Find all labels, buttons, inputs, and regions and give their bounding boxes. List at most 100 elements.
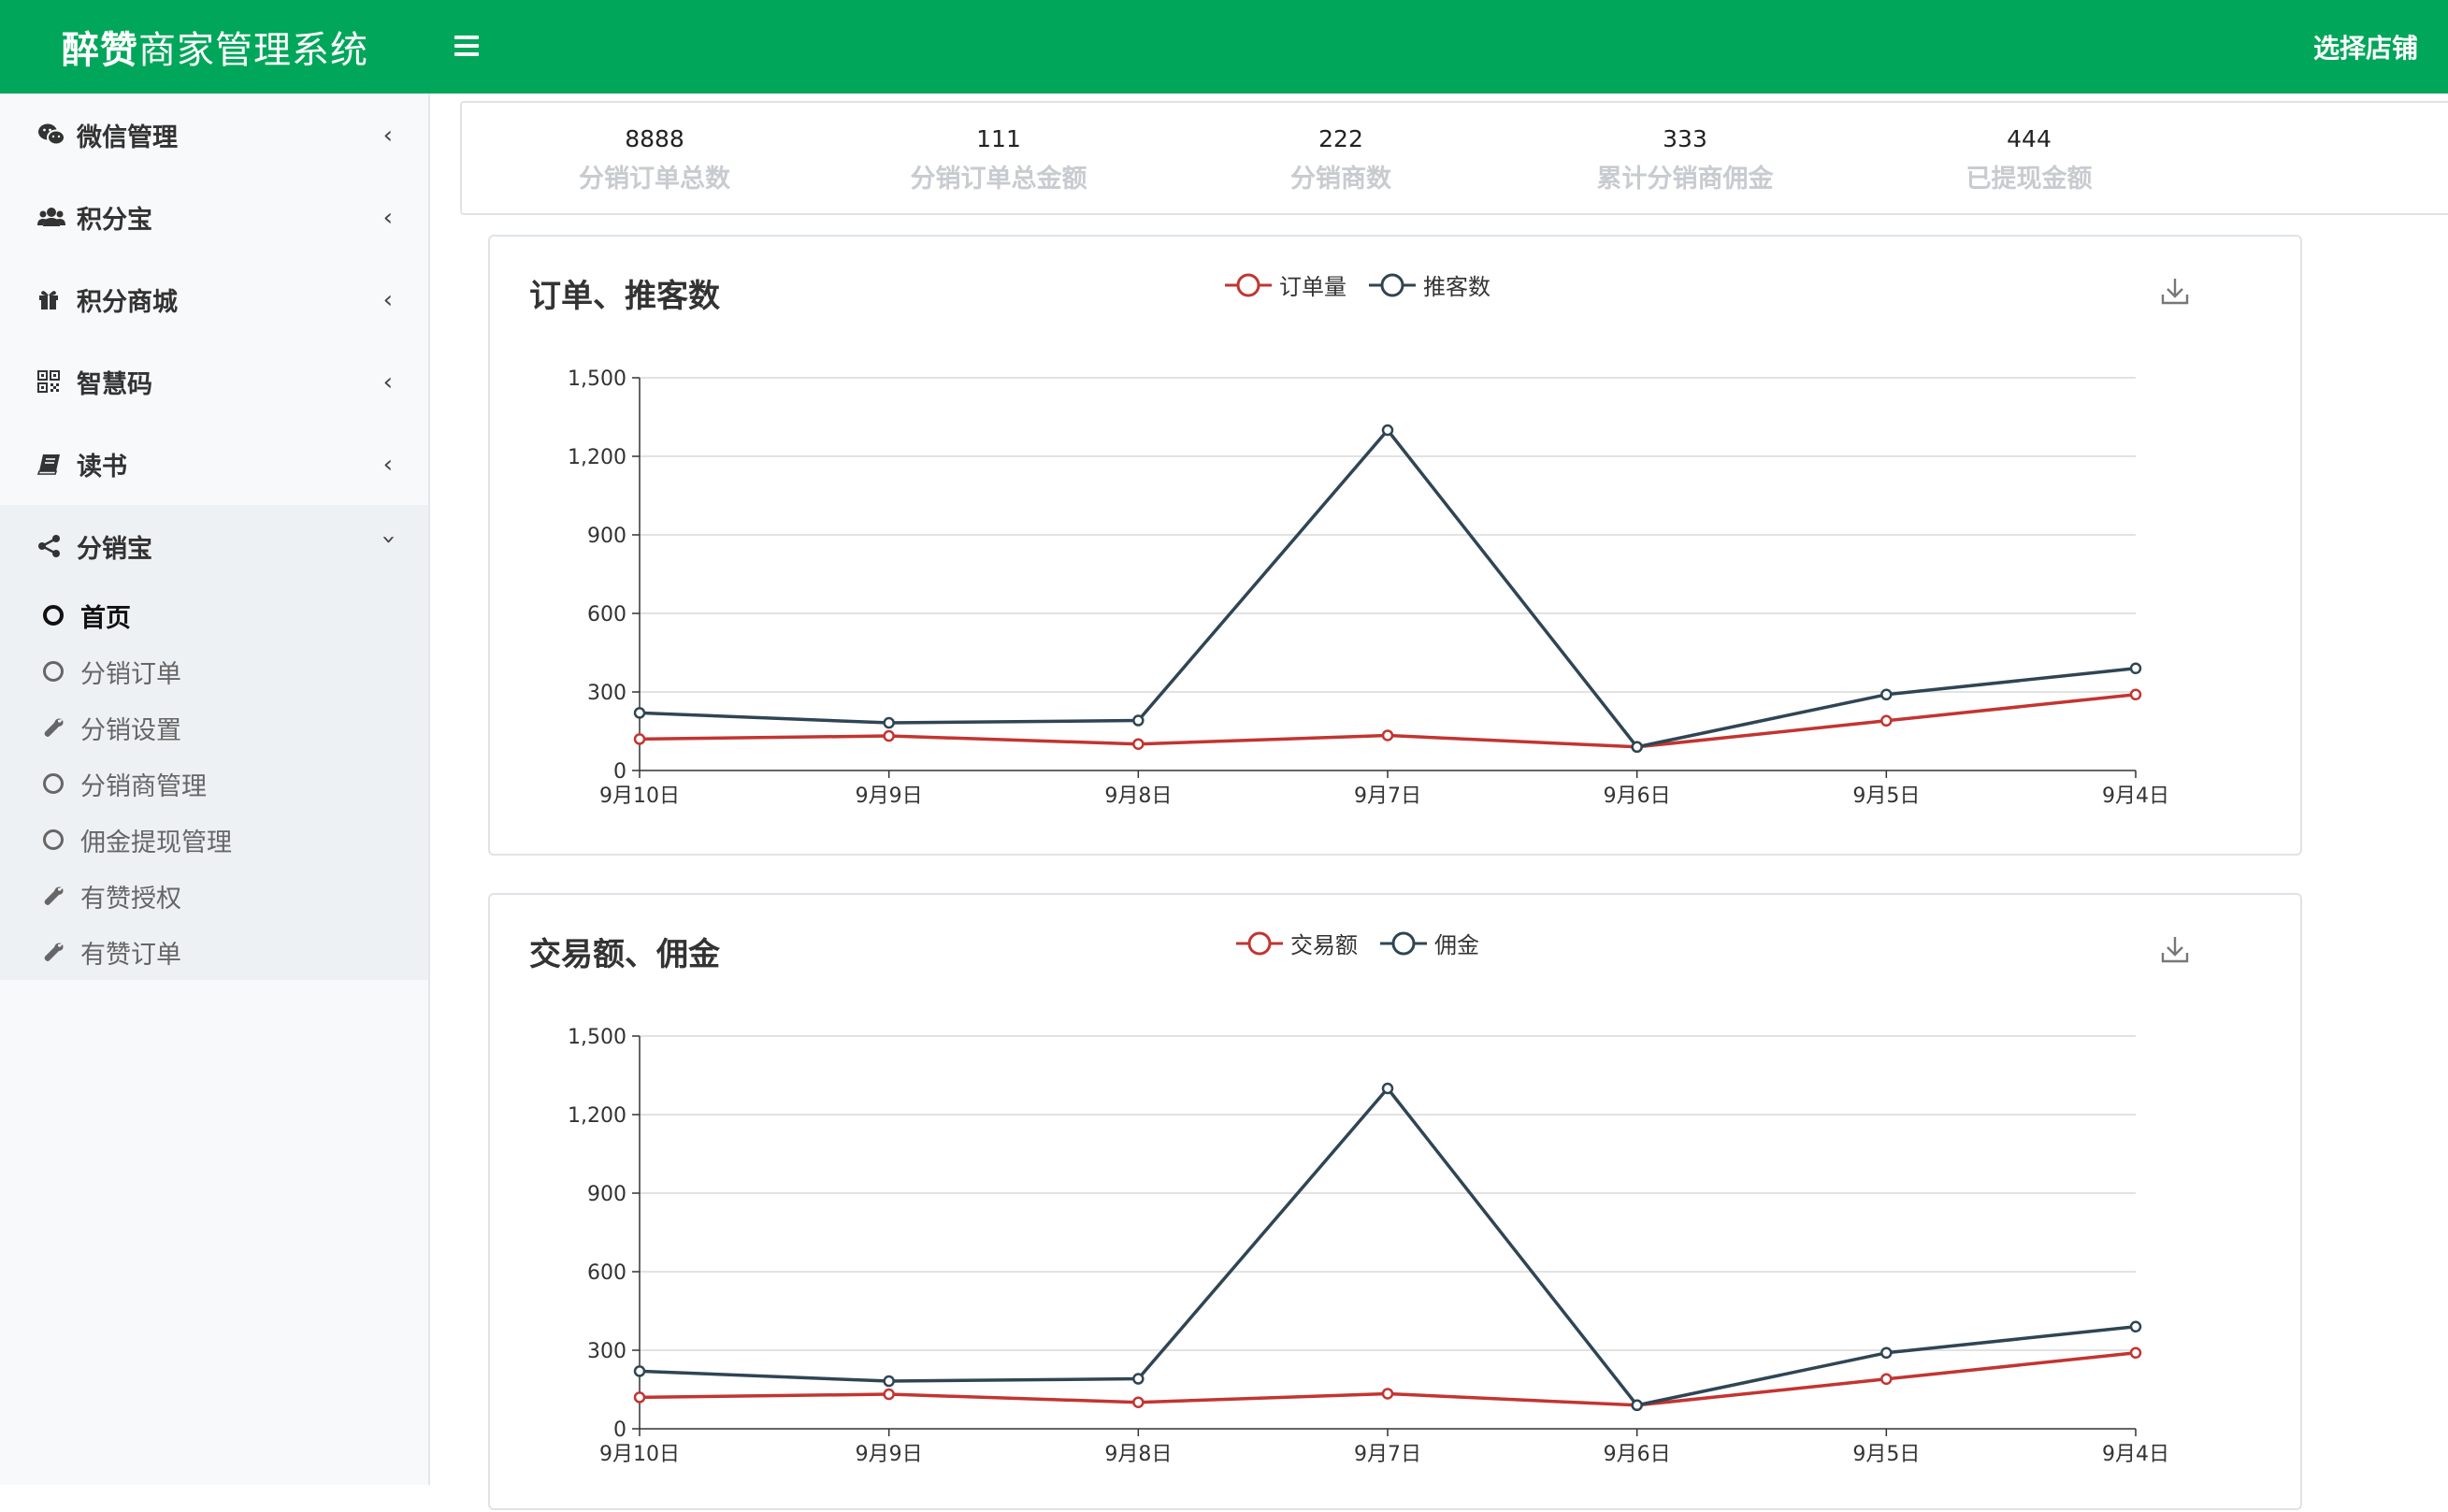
stat-label: 分销商数 [1290, 165, 1391, 194]
data-point[interactable] [633, 1365, 646, 1377]
circle-icon [43, 661, 80, 682]
data-point[interactable] [2129, 662, 2142, 675]
y-tick-label: 1,200 [568, 446, 626, 469]
submenu-item-home[interactable]: 首页 [0, 587, 428, 643]
series-line-2 [639, 428, 2137, 749]
x-tick-label: 9月9日 [856, 785, 923, 808]
data-point[interactable] [883, 729, 895, 742]
line-chart-transactions: 0 300 600 900 1,200 1,500 9月10日 9月9日 9月8日 9月7日 9月6… [568, 1026, 2169, 1466]
sidebar-item-smart-code[interactable]: 智慧码 ‹ [0, 340, 428, 423]
line-chart-orders: 0 300 600 900 1,200 1,500 9月10日 9月9日 9月8日 9月7日 9月6… [568, 367, 2169, 808]
y-tick-label: 600 [587, 603, 626, 626]
x-tick-label: 9月7日 [1354, 785, 1421, 808]
data-point[interactable] [2129, 1346, 2142, 1360]
chevron-left-icon: ‹ [382, 286, 393, 314]
sidebar-item-distribution[interactable]: 分销宝 ‹ [0, 505, 428, 587]
chevron-left-icon: ‹ [382, 451, 393, 479]
legend-label: 交易额 [1290, 932, 1358, 958]
stat-label: 累计分销商佣金 [1596, 165, 1774, 194]
brand-name-rest: 商家管理系统 [138, 29, 368, 72]
submenu-item-youzan-auth[interactable]: 有赞授权 [0, 868, 428, 924]
y-tick-label: 0 [613, 1418, 626, 1442]
x-tick-label: 9月5日 [1852, 1443, 1920, 1466]
x-tick-label: 9月10日 [599, 1443, 680, 1466]
x-tick-label: 9月6日 [1604, 785, 1671, 808]
legend-label: 佣金 [1434, 932, 1479, 958]
sidebar-item-label: 分销宝 [77, 534, 152, 564]
download-icon[interactable] [2160, 276, 2190, 306]
circle-icon [43, 829, 80, 850]
legend-item-series-2[interactable]: 推客数 [1369, 268, 1490, 301]
data-point[interactable] [1132, 714, 1145, 727]
submenu-item-label: 佣金提现管理 [80, 828, 232, 857]
menu-toggle-icon[interactable] [454, 36, 479, 58]
x-tick-label: 9月10日 [599, 785, 680, 808]
data-point[interactable] [633, 1391, 646, 1404]
select-store-button[interactable]: 选择店铺 [2313, 0, 2418, 94]
data-point[interactable] [1631, 741, 1643, 754]
legend-item-series-2[interactable]: 佣金 [1380, 927, 1479, 959]
sidebar-item-label: 积分宝 [77, 205, 152, 235]
sidebar-item-reading[interactable]: 读书 ‹ [0, 423, 428, 505]
data-point[interactable] [883, 716, 895, 729]
data-point[interactable] [633, 707, 646, 719]
data-point[interactable] [2129, 688, 2142, 701]
data-point[interactable] [1631, 1399, 1643, 1412]
data-point[interactable] [1381, 729, 1394, 742]
data-point[interactable] [2129, 1320, 2142, 1333]
stat-label: 分销订单总金额 [910, 165, 1087, 194]
wrench-icon [43, 885, 80, 907]
top-navbar: 醉赞 商家管理系统 选择店铺 [0, 0, 2448, 94]
submenu-item-youzan-orders[interactable]: 有赞订单 [0, 924, 428, 980]
x-tick-label: 9月8日 [1104, 785, 1172, 808]
chart-title: 交易额、佣金 [529, 936, 720, 973]
legend-label: 推客数 [1423, 274, 1490, 300]
legend-item-series-1[interactable]: 订单量 [1225, 268, 1346, 301]
data-point[interactable] [1381, 1082, 1394, 1095]
data-point[interactable] [1132, 1396, 1145, 1408]
data-point[interactable] [633, 733, 646, 745]
x-tick-label: 9月9日 [856, 1443, 923, 1466]
sidebar-item-points[interactable]: 积分宝 ‹ [0, 176, 428, 258]
data-point[interactable] [1381, 1388, 1394, 1400]
sidebar-item-wechat[interactable]: 微信管理 ‹ [0, 94, 428, 176]
y-tick-label: 1,500 [568, 1026, 626, 1049]
data-point[interactable] [1132, 1373, 1145, 1385]
submenu-item-orders[interactable]: 分销订单 [0, 643, 428, 699]
data-point[interactable] [1880, 714, 1893, 727]
stat-label: 分销订单总数 [579, 165, 730, 194]
qrcode-icon [37, 370, 73, 393]
y-tick-label: 1,200 [568, 1104, 626, 1128]
y-tick-label: 1,500 [568, 367, 626, 391]
submenu-item-settings[interactable]: 分销设置 [0, 699, 428, 756]
chart-panel-transactions: 0 300 600 900 1,200 1,500 9月10日 9月9日 9月8日 9月7日 9月6… [488, 893, 2302, 1510]
sidebar-item-points-mall[interactable]: 积分商城 ‹ [0, 258, 428, 340]
sidebar-item-label: 智慧码 [77, 369, 152, 399]
circle-icon [43, 773, 80, 794]
data-point[interactable] [1132, 738, 1145, 750]
y-tick-label: 900 [587, 1183, 626, 1206]
legend-item-series-1[interactable]: 交易额 [1236, 927, 1358, 959]
users-icon [37, 206, 73, 228]
data-point[interactable] [883, 1388, 895, 1401]
stat-total-order-amount: 111 分销订单总金额 [858, 125, 1139, 194]
submenu-item-withdrawals[interactable]: 佣金提现管理 [0, 812, 428, 868]
chevron-down-icon: ‹ [373, 534, 402, 545]
data-point[interactable] [1880, 1373, 1893, 1386]
data-point[interactable] [1880, 1346, 1893, 1360]
brand-logo[interactable]: 醉赞 商家管理系统 [0, 0, 430, 94]
stat-label: 已提现金额 [1966, 165, 2093, 194]
share-icon [37, 535, 73, 557]
download-icon[interactable] [2160, 934, 2190, 964]
submenu-item-distributors[interactable]: 分销商管理 [0, 756, 428, 812]
gift-icon [37, 288, 73, 310]
y-tick-label: 300 [587, 1340, 626, 1363]
stat-value: 444 [2007, 125, 2052, 152]
data-point[interactable] [1880, 688, 1893, 701]
data-point[interactable] [1381, 424, 1394, 437]
data-point[interactable] [883, 1375, 895, 1388]
stat-distributor-count: 222 分销商数 [1201, 125, 1481, 194]
submenu-item-label: 分销商管理 [80, 771, 207, 801]
submenu-item-label: 首页 [80, 603, 131, 633]
stat-value: 111 [976, 125, 1021, 152]
